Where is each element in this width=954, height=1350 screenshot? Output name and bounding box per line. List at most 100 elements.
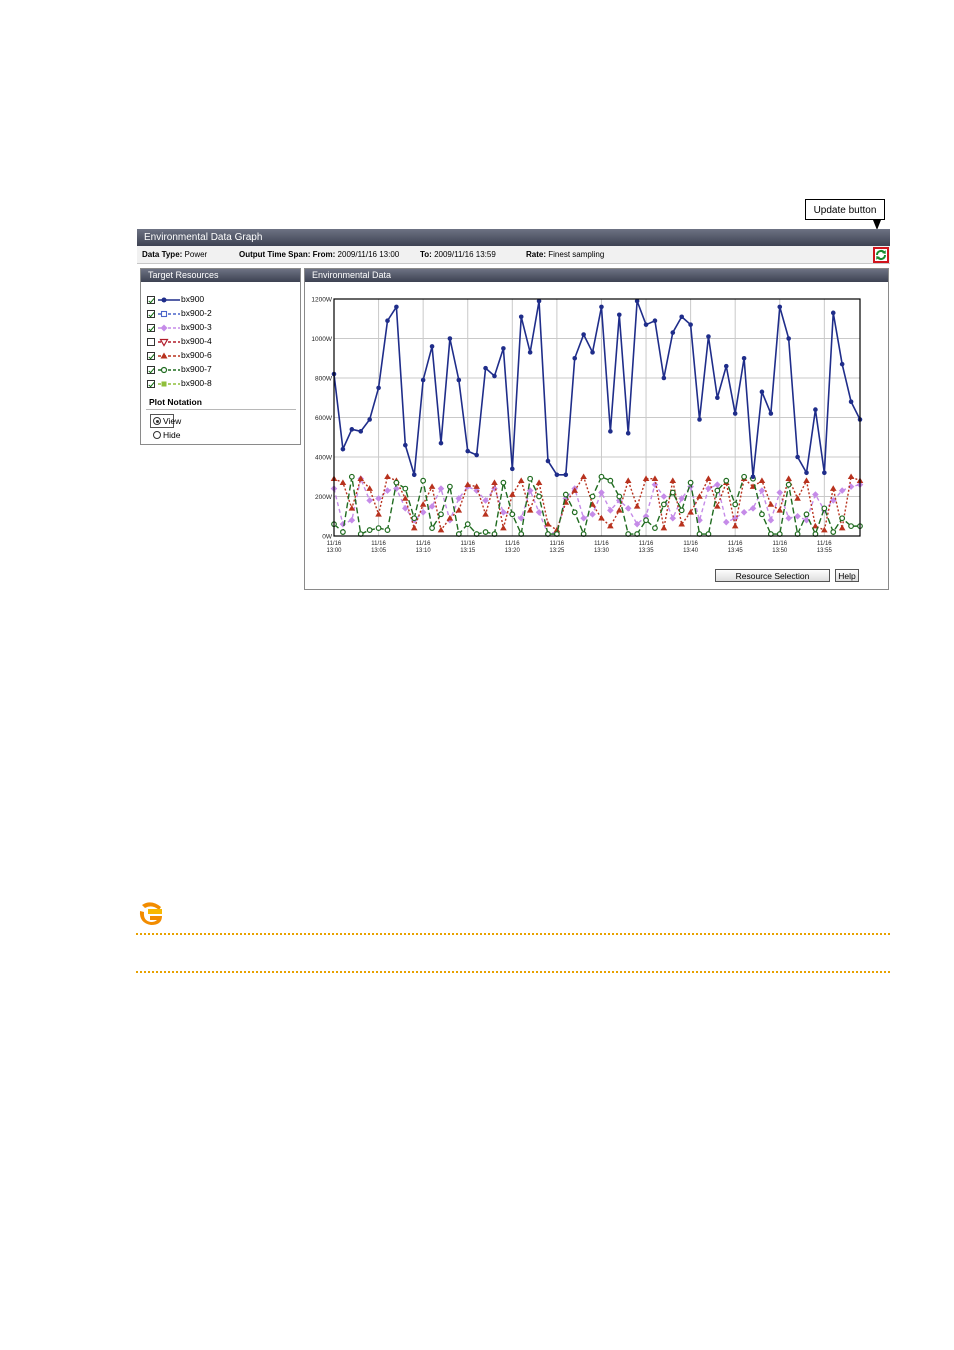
data-point-bx900 (518, 314, 524, 320)
data-point-bx900-7 (393, 479, 400, 486)
data-point-bx900-7 (429, 525, 435, 532)
resource-label: bx900-7 (181, 364, 212, 374)
data-point-bx900-7 (500, 479, 507, 486)
target-resources-header: Target Resources (141, 269, 300, 282)
resource-item[interactable]: bx900-3 (147, 321, 212, 334)
legend-marker (161, 381, 167, 386)
resource-checkbox[interactable] (147, 351, 155, 360)
update-button[interactable] (873, 247, 889, 263)
x-tick-time: 13:10 (416, 548, 432, 554)
data-type-label: Data Type: (142, 250, 183, 259)
legend-sample (158, 381, 180, 386)
help-button[interactable]: Help (835, 569, 859, 582)
data-point-bx900 (527, 350, 533, 355)
legend-marker (159, 338, 169, 347)
data-point-bx900-7 (714, 487, 721, 494)
resource-checkbox[interactable] (147, 365, 155, 374)
target-resources-title: Target Resources (148, 270, 219, 280)
environmental-data-title: Environmental Data (312, 270, 392, 280)
window-title: Environmental Data Graph (144, 232, 263, 243)
radio-view-circle[interactable] (153, 417, 161, 425)
data-point-bx900 (411, 472, 417, 478)
data-point-bx900-7 (340, 529, 346, 535)
y-tick-label: 800W (315, 376, 333, 383)
data-point-bx900 (420, 377, 426, 383)
data-point-bx900-7 (759, 511, 765, 518)
data-point-bx900-7 (839, 515, 846, 522)
resource-checkbox[interactable] (147, 295, 155, 304)
data-point-bx900 (688, 322, 693, 327)
data-point-bx900-7 (402, 485, 409, 492)
data-point-bx900-7 (509, 511, 516, 518)
resource-selection-button[interactable]: Resource Selection (715, 569, 830, 582)
data-point-bx900 (795, 454, 800, 460)
radio-hide-label: Hide (163, 430, 181, 440)
data-point-bx900-7 (643, 517, 649, 524)
legend-sample (158, 366, 180, 373)
x-tick-date: 11/16 (728, 541, 743, 547)
data-point-bx900-7 (562, 491, 569, 498)
data-point-bx900 (349, 427, 355, 432)
window-title-bar: Environmental Data Graph (137, 229, 890, 246)
data-point-bx900 (830, 310, 836, 316)
resource-checkbox[interactable] (147, 323, 155, 332)
x-tick-time: 13:05 (371, 548, 387, 554)
data-point-bx900-7 (420, 477, 427, 484)
data-point-bx900 (741, 355, 747, 361)
data-point-bx900 (697, 417, 702, 422)
data-point-bx900-7 (464, 521, 471, 528)
caution-bottom-divider (136, 971, 890, 973)
data-point-bx900-7 (598, 473, 605, 480)
data-point-bx900-7 (536, 493, 542, 500)
data-point-bx900 (501, 346, 506, 351)
data-point-bx900 (590, 350, 595, 355)
radio-hide-circle[interactable] (153, 431, 161, 439)
data-point-bx900-7 (669, 489, 676, 496)
radio-view[interactable]: View (153, 415, 181, 427)
x-tick-date: 11/16 (772, 541, 787, 547)
data-point-bx900-7 (366, 527, 373, 533)
caution-top-divider (136, 933, 890, 935)
data-point-bx900-7 (438, 511, 444, 518)
y-tick-label: 1000W (311, 336, 332, 343)
legend-marker (160, 352, 168, 358)
data-point-bx900 (768, 411, 774, 416)
data-point-bx900-7 (821, 505, 828, 512)
data-point-bx900 (385, 318, 390, 324)
x-tick-time: 13:40 (683, 548, 699, 554)
x-tick-time: 13:20 (505, 548, 521, 554)
resource-checkbox[interactable] (147, 309, 155, 318)
resource-item[interactable]: bx900-8 (147, 377, 212, 390)
x-tick-date: 11/16 (505, 541, 520, 547)
data-point-bx900 (492, 373, 497, 379)
x-tick-time: 13:35 (639, 548, 655, 554)
legend-sample (158, 324, 180, 331)
resource-checkbox[interactable] (147, 379, 155, 388)
data-point-bx900 (652, 318, 658, 324)
resource-item[interactable]: bx900-4 (147, 335, 212, 348)
data-point-bx900 (723, 363, 729, 369)
y-tick-label: 1200W (311, 297, 332, 304)
resource-item[interactable]: bx900-7 (147, 363, 212, 376)
time-span-label: Output Time Span: (239, 250, 311, 259)
data-point-bx900 (759, 389, 765, 395)
data-point-bx900-7 (848, 523, 854, 530)
x-tick-time: 13:25 (549, 548, 565, 554)
legend-marker (160, 324, 168, 331)
resource-item[interactable]: bx900 (147, 293, 204, 306)
data-point-bx900 (670, 330, 676, 335)
to-value: 2009/11/16 13:59 (434, 250, 496, 259)
resource-checkbox[interactable] (147, 337, 155, 346)
x-tick-date: 11/16 (683, 541, 698, 547)
x-tick-time: 13:50 (772, 548, 788, 554)
resource-item[interactable]: bx900-2 (147, 307, 212, 320)
data-point-bx900 (510, 466, 515, 472)
plot-notation-title: Plot Notation (149, 397, 202, 407)
resource-item[interactable]: bx900-6 (147, 349, 212, 362)
x-tick-date: 11/16 (817, 541, 832, 547)
x-tick-date: 11/16 (550, 541, 565, 547)
data-point-bx900 (581, 332, 586, 337)
data-point-bx900 (822, 470, 827, 476)
radio-hide[interactable]: Hide (153, 429, 180, 441)
x-tick-date: 11/16 (594, 541, 609, 547)
